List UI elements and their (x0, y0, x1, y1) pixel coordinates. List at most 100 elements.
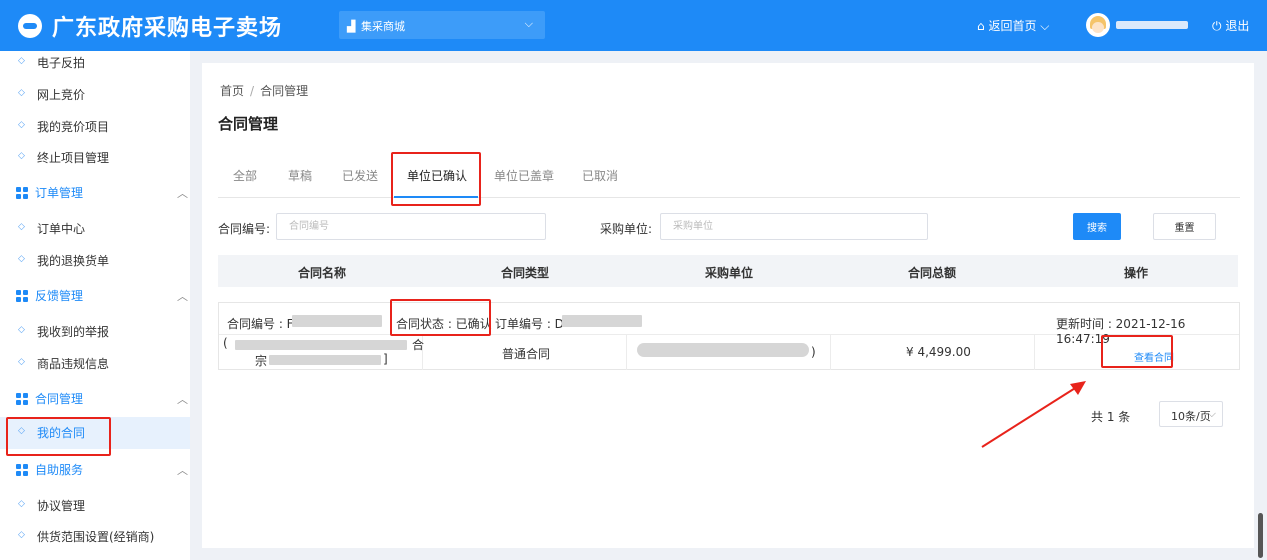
diamond-icon: ◇ (18, 56, 25, 66)
search-button[interactable]: 搜索 (1073, 213, 1121, 240)
total-count: 共 1 条 (1091, 410, 1131, 424)
page-size-select[interactable]: 10条/页 ⌵ (1159, 401, 1223, 427)
chevron-up-icon: ︿ (177, 464, 188, 477)
tab-cancelled[interactable]: 已取消 (582, 167, 618, 184)
scrollbar[interactable] (1258, 513, 1263, 558)
logo-icon (18, 14, 42, 38)
sidebar-item-label: 协议管理 (37, 499, 86, 513)
sidebar-item-label: 网上竞价 (37, 88, 86, 102)
sidebar-item-label: 供货范围设置(经销商) (37, 530, 155, 544)
order-info-bar: 合同编号 : F 合同状态 : 已确认 订单编号 : D 更新时间 : 2021… (219, 303, 1239, 346)
sidebar-group-label: 合同管理 (35, 392, 84, 406)
tab-unit-sealed[interactable]: 单位已盖章 (494, 167, 554, 184)
status-tabs: 全部 草稿 已发送 单位已确认 单位已盖章 已取消 (218, 155, 1240, 198)
chevron-up-icon: ︿ (177, 393, 188, 406)
sidebar-item-violations[interactable]: ◇ 商品违规信息 (0, 348, 190, 380)
contract-no-input[interactable] (276, 213, 546, 240)
sidebar-item-received-reports[interactable]: ◇ 我收到的举报 (0, 316, 190, 348)
top-header: 广东政府采购电子卖场 ▟ 集采商城 ⌵ ⌂ 返回首页 ⌵ ⏻ 退出 (0, 0, 1267, 51)
diamond-icon: ◇ (18, 325, 25, 335)
home-link[interactable]: ⌂ 返回首页 ⌵ (977, 17, 1049, 34)
tab-all[interactable]: 全部 (233, 167, 257, 184)
breadcrumb-current: 合同管理 (260, 84, 309, 98)
chevron-up-icon: ︿ (177, 187, 188, 200)
grid-icon (16, 290, 28, 302)
mall-select-label: 集采商城 (361, 20, 405, 33)
contract-name-end: 合 (412, 338, 425, 352)
page-title: 合同管理 (218, 115, 279, 133)
sidebar-item-online-bidding[interactable]: ◇ 网上竞价 (0, 79, 190, 111)
home-icon: ⌂ (977, 19, 985, 33)
avatar[interactable] (1086, 13, 1110, 37)
reset-button[interactable]: 重置 (1153, 213, 1216, 240)
sidebar-item-order-center[interactable]: ◇ 订单中心 (0, 213, 190, 245)
cell-divider (830, 335, 831, 370)
sidebar-item-label: 我的退换货单 (37, 254, 110, 268)
sidebar-group-label: 反馈管理 (35, 289, 84, 303)
sidebar-group-feedback[interactable]: 反馈管理 ︿ (0, 280, 190, 312)
chevron-down-icon: ⌵ (1207, 407, 1216, 420)
redacted-contract-name (235, 340, 407, 350)
sidebar-item-returns[interactable]: ◇ 我的退换货单 (0, 245, 190, 277)
sidebar-item-label: 商品违规信息 (37, 357, 110, 371)
site-title: 广东政府采购电子卖场 (52, 15, 283, 41)
column-header: 采购单位 (705, 266, 754, 280)
cell-divider (626, 335, 627, 370)
contract-type: 普通合同 (502, 347, 551, 361)
column-header: 合同名称 (298, 266, 347, 280)
contract-no-label: 合同编号: (218, 222, 271, 236)
sidebar-group-label: 自助服务 (35, 463, 84, 477)
redacted-contract-number (292, 315, 382, 327)
order-number: 订单编号 : D (495, 317, 564, 331)
breadcrumb-home[interactable]: 首页 (220, 84, 244, 98)
mall-select[interactable]: ▟ 集采商城 ⌵ (339, 11, 545, 39)
grid-icon (16, 393, 28, 405)
buyer-input[interactable] (660, 213, 928, 240)
sidebar-item-label: 我的竞价项目 (37, 120, 110, 134)
page-size-value: 10条/页 (1171, 410, 1211, 423)
sidebar-item-terminated-projects[interactable]: ◇ 终止项目管理 (0, 142, 190, 174)
chevron-down-icon: ⌵ (524, 17, 533, 30)
sidebar-group-orders[interactable]: 订单管理 ︿ (0, 177, 190, 209)
sidebar-group-contracts[interactable]: 合同管理 ︿ (0, 383, 190, 415)
arrow-annotation (981, 381, 1086, 448)
diamond-icon: ◇ (18, 120, 25, 130)
redacted-contract-name (269, 355, 381, 365)
sidebar-item-label: 终止项目管理 (37, 151, 110, 165)
sidebar: ◇ 电子反拍 ◇ 网上竞价 ◇ 我的竞价项目 ◇ 终止项目管理 订单管理 ︿ ◇… (0, 51, 190, 560)
diamond-icon: ◇ (18, 151, 25, 161)
logout-label: 退出 (1225, 19, 1250, 33)
logout-button[interactable]: ⏻ 退出 (1212, 17, 1249, 34)
table-header: 合同名称 合同类型 采购单位 合同总额 操作 (218, 255, 1238, 287)
tab-sent[interactable]: 已发送 (342, 167, 378, 184)
breadcrumb-separator: / (250, 84, 255, 98)
buyer-name-end: ) (811, 345, 816, 359)
table-row: 合同编号 : F 合同状态 : 已确认 订单编号 : D 更新时间 : 2021… (218, 302, 1240, 370)
highlight-confirmed-tab (391, 152, 481, 206)
diamond-icon: ◇ (18, 530, 25, 540)
redacted-order-number (562, 315, 642, 327)
power-icon: ⏻ (1212, 19, 1222, 33)
sidebar-item-agreements[interactable]: ◇ 协议管理 (0, 490, 190, 522)
sidebar-item-supply-scope[interactable]: ◇ 供货范围设置(经销商) (0, 521, 190, 553)
tab-draft[interactable]: 草稿 (288, 167, 312, 184)
grid-icon (16, 187, 28, 199)
sidebar-item-my-bidding-projects[interactable]: ◇ 我的竞价项目 (0, 111, 190, 143)
sidebar-item-label: 电子反拍 (37, 56, 86, 70)
username-redacted[interactable] (1116, 21, 1188, 29)
diamond-icon: ◇ (18, 357, 25, 367)
diamond-icon: ◇ (18, 499, 25, 509)
sidebar-item-reverse-auction[interactable]: ◇ 电子反拍 (0, 47, 190, 79)
building-icon: ▟ (347, 20, 356, 33)
chevron-up-icon: ︿ (177, 290, 188, 303)
home-link-label: 返回首页 ⌵ (988, 19, 1050, 33)
sidebar-group-self-service[interactable]: 自助服务 ︿ (0, 454, 190, 486)
sidebar-item-label: 我收到的举报 (37, 325, 110, 339)
highlight-my-contracts (6, 417, 111, 456)
highlight-contract-status (390, 299, 491, 336)
contract-amount: ¥ 4,499.00 (906, 345, 971, 359)
main-content: 首页 / 合同管理 合同管理 全部 草稿 已发送 单位已确认 单位已盖章 已取消 合… (202, 63, 1254, 548)
contract-name-start: ( (223, 336, 228, 350)
sidebar-group-label: 订单管理 (35, 186, 84, 200)
diamond-icon: ◇ (18, 222, 25, 232)
